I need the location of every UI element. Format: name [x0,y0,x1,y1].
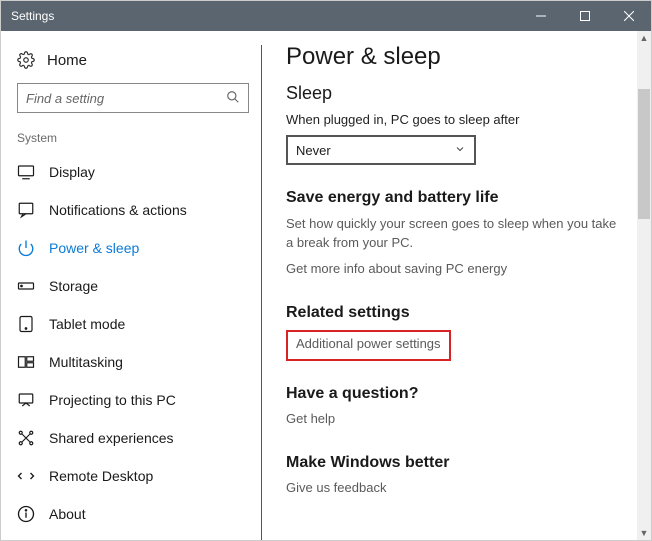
sidebar-item-storage[interactable]: Storage [13,267,253,305]
titlebar: Settings [1,1,651,31]
sidebar-item-notifications[interactable]: Notifications & actions [13,191,253,229]
question-heading: Have a question? [286,385,619,403]
notifications-icon [17,201,35,219]
sidebar-item-label: Projecting to this PC [49,392,176,408]
sidebar-item-label: Multitasking [49,354,123,370]
home-button[interactable]: Home [13,45,253,83]
tablet-icon [17,315,35,333]
energy-info-link[interactable]: Get more info about saving PC energy [286,261,507,276]
related-heading: Related settings [286,304,619,322]
projecting-icon [17,391,35,409]
content-scroll[interactable]: Power & sleep Sleep When plugged in, PC … [262,31,637,540]
sidebar-item-label: Tablet mode [49,316,125,332]
sidebar-item-power-sleep[interactable]: Power & sleep [13,229,253,267]
sleep-field-label: When plugged in, PC goes to sleep after [286,112,619,127]
get-help-link[interactable]: Get help [286,411,335,426]
sidebar: Home System Display Notifications & acti… [1,31,261,540]
shared-icon [17,429,35,447]
sleep-select[interactable]: Never [286,135,476,165]
scroll-down-arrow[interactable]: ▼ [637,526,651,540]
sidebar-item-multitasking[interactable]: Multitasking [13,343,253,381]
related-highlight: Additional power settings [286,330,451,361]
energy-description: Set how quickly your screen goes to slee… [286,215,619,253]
search-icon [226,90,240,107]
sidebar-item-shared-experiences[interactable]: Shared experiences [13,419,253,457]
search-box[interactable] [17,83,249,113]
sidebar-item-about[interactable]: About [13,495,253,533]
window-body: Home System Display Notifications & acti… [1,31,651,540]
sidebar-item-label: About [49,506,86,522]
chevron-down-icon [454,143,466,158]
sidebar-item-tablet-mode[interactable]: Tablet mode [13,305,253,343]
maximize-button[interactable] [563,1,607,31]
close-button[interactable] [607,1,651,31]
feedback-link[interactable]: Give us feedback [286,480,386,495]
sidebar-item-label: Display [49,164,95,180]
scrollbar[interactable]: ▲ ▼ [637,31,651,540]
remote-icon [17,467,35,485]
display-icon [17,163,35,181]
scroll-up-arrow[interactable]: ▲ [637,31,651,45]
search-input[interactable] [26,91,226,106]
content-area: Power & sleep Sleep When plugged in, PC … [261,31,651,540]
better-heading: Make Windows better [286,454,619,472]
settings-window: Settings Home System [0,0,652,541]
storage-icon [17,277,35,295]
sidebar-item-display[interactable]: Display [13,153,253,191]
minimize-button[interactable] [519,1,563,31]
sidebar-item-remote-desktop[interactable]: Remote Desktop [13,457,253,495]
page-title: Power & sleep [286,43,619,71]
sidebar-item-label: Storage [49,278,98,294]
sleep-heading: Sleep [286,83,619,104]
power-icon [17,239,35,257]
energy-heading: Save energy and battery life [286,189,619,207]
window-title: Settings [11,9,519,23]
sidebar-item-label: Notifications & actions [49,202,187,218]
about-icon [17,505,35,523]
home-label: Home [47,52,87,69]
scrollbar-track[interactable] [637,45,651,526]
sidebar-item-label: Remote Desktop [49,468,153,484]
gear-icon [17,51,35,69]
sidebar-item-projecting[interactable]: Projecting to this PC [13,381,253,419]
sleep-select-value: Never [296,143,331,158]
scrollbar-thumb[interactable] [638,89,650,219]
multitasking-icon [17,353,35,371]
additional-power-settings-link[interactable]: Additional power settings [296,336,441,351]
sidebar-group-label: System [13,131,253,153]
sidebar-item-label: Power & sleep [49,240,139,256]
sidebar-item-label: Shared experiences [49,430,174,446]
